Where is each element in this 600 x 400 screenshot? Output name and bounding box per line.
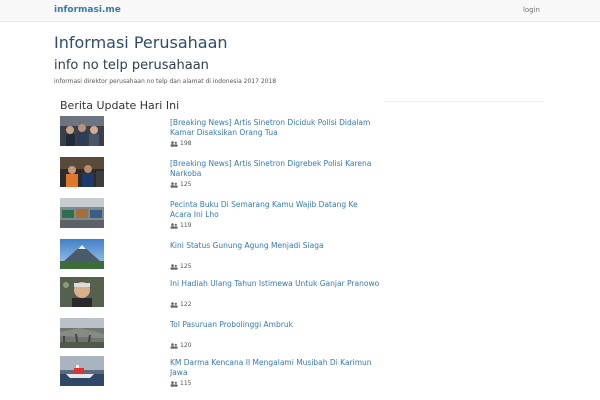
news-item: [Breaking News] Artis Sinetron Diciduk P… bbox=[60, 116, 380, 152]
view-count-value: 125 bbox=[180, 181, 192, 188]
news-title-link[interactable]: [Breaking News] Artis Sinetron Diciduk P… bbox=[170, 118, 380, 137]
news-thumbnail[interactable] bbox=[60, 356, 104, 386]
news-item: Ini Hadiah Ulang Tahun Istimewa Untuk Ga… bbox=[60, 277, 380, 313]
news-item: KM Darma Kencana II Mengalami Musibah Di… bbox=[60, 356, 380, 392]
news-title-link[interactable]: [Breaking News] Artis Sinetron Digrebek … bbox=[170, 159, 380, 178]
users-icon bbox=[170, 342, 178, 349]
news-section-title: Berita Update Hari Ini bbox=[60, 99, 180, 112]
news-thumbnail[interactable] bbox=[60, 198, 104, 228]
news-thumbnail[interactable] bbox=[60, 157, 104, 187]
view-count: 198 bbox=[170, 140, 191, 147]
news-thumbnail[interactable] bbox=[60, 239, 104, 269]
news-thumbnail[interactable] bbox=[60, 116, 104, 146]
news-title-link[interactable]: Tol Pasuruan Probolinggi Ambruk bbox=[170, 320, 380, 330]
view-count: 125 bbox=[170, 263, 191, 270]
users-icon bbox=[170, 222, 178, 229]
news-item: [Breaking News] Artis Sinetron Digrebek … bbox=[60, 157, 380, 193]
view-count-value: 115 bbox=[180, 380, 192, 387]
page-description: informasi direktor perusahaan no telp da… bbox=[54, 78, 277, 85]
news-thumbnail[interactable] bbox=[60, 277, 104, 307]
news-item: Pecinta Buku Di Semarang Kamu Wajib Data… bbox=[60, 198, 380, 234]
login-link[interactable]: login bbox=[523, 6, 540, 14]
users-icon bbox=[170, 380, 178, 387]
users-icon bbox=[170, 140, 178, 147]
view-count-value: 125 bbox=[180, 263, 192, 270]
news-item: Kini Status Gunung Agung Menjadi Siaga 1… bbox=[60, 239, 380, 275]
brand-link[interactable]: informasi.me bbox=[54, 5, 121, 15]
news-item: Tol Pasuruan Probolinggi Ambruk 120 bbox=[60, 318, 380, 354]
page-subtitle: info no telp perusahaan bbox=[54, 58, 209, 73]
news-title-link[interactable]: Ini Hadiah Ulang Tahun Istimewa Untuk Ga… bbox=[170, 279, 380, 289]
users-icon bbox=[170, 263, 178, 270]
news-title-link[interactable]: Kini Status Gunung Agung Menjadi Siaga bbox=[170, 241, 380, 251]
navbar: informasi.me login bbox=[0, 0, 600, 22]
view-count-value: 120 bbox=[180, 342, 192, 349]
view-count-value: 198 bbox=[180, 140, 192, 147]
page-title: Informasi Perusahaan bbox=[54, 33, 228, 52]
news-title-link[interactable]: Pecinta Buku Di Semarang Kamu Wajib Data… bbox=[170, 200, 380, 219]
users-icon bbox=[170, 301, 178, 308]
view-count: 120 bbox=[170, 342, 191, 349]
news-title-link[interactable]: KM Darma Kencana II Mengalami Musibah Di… bbox=[170, 358, 380, 377]
news-thumbnail[interactable] bbox=[60, 318, 104, 348]
view-count: 115 bbox=[170, 380, 191, 387]
view-count: 125 bbox=[170, 181, 191, 188]
users-icon bbox=[170, 181, 178, 188]
view-count: 119 bbox=[170, 222, 191, 229]
view-count: 122 bbox=[170, 301, 191, 308]
view-count-value: 119 bbox=[180, 222, 192, 229]
sidebar-divider bbox=[384, 101, 544, 102]
view-count-value: 122 bbox=[180, 301, 192, 308]
